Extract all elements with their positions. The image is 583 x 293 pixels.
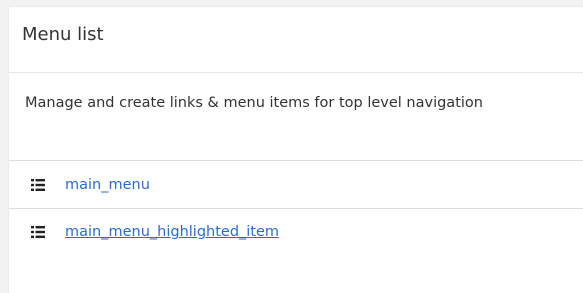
list-item: main_menu_highlighted_item	[9, 208, 583, 255]
panel-description: Manage and create links & menu items for…	[25, 95, 483, 111]
list-item: main_menu	[9, 161, 583, 208]
menu-list: main_menu main_menu_highlighted_item	[9, 160, 583, 255]
menu-link-main-menu[interactable]: main_menu	[65, 177, 150, 193]
menu-list-panel: Menu list Manage and create links & menu…	[8, 6, 583, 293]
list-icon	[31, 226, 45, 238]
list-icon	[31, 178, 45, 191]
panel-title: Menu list	[22, 24, 104, 45]
menu-link-main-menu-highlighted-item[interactable]: main_menu_highlighted_item	[65, 224, 279, 240]
panel-header: Menu list	[9, 7, 583, 73]
